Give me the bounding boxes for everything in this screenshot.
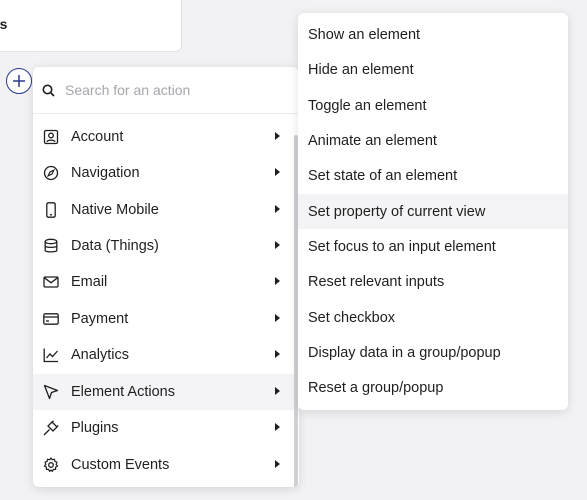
submenu-item-label: Set focus to an input element (308, 238, 496, 255)
submenu-item-animate-element[interactable]: Animate an element (298, 123, 568, 158)
add-action-button[interactable] (6, 68, 32, 94)
chevron-right-icon (275, 314, 280, 322)
credit-card-icon (43, 311, 59, 327)
submenu-item-label: Reset a group/popup (308, 379, 444, 396)
search-icon (42, 84, 55, 97)
submenu-item-set-property[interactable]: Set property of current view (298, 194, 568, 229)
submenu-item-label: Set property of current view (308, 203, 486, 220)
menu-item-label: Native Mobile (71, 202, 159, 218)
top-card[interactable]: ts (0, 0, 182, 52)
submenu-item-reset-group[interactable]: Reset a group/popup (298, 370, 568, 405)
chevron-right-icon (275, 387, 280, 395)
submenu-item-label: Reset relevant inputs (308, 273, 445, 290)
menu-item-data-things[interactable]: Data (Things) (33, 228, 295, 264)
submenu-item-reset-inputs[interactable]: Reset relevant inputs (298, 264, 568, 299)
database-icon (43, 238, 59, 254)
top-card-text: ts (0, 16, 8, 32)
menu-item-analytics[interactable]: Analytics (33, 337, 295, 373)
submenu-item-label: Display data in a group/popup (308, 344, 501, 361)
plus-icon (13, 75, 25, 87)
chart-line-icon (43, 347, 59, 363)
submenu-item-label: Show an element (308, 26, 421, 43)
plug-icon (43, 420, 59, 436)
menu-item-custom-events[interactable]: Custom Events (33, 447, 295, 483)
menu-item-payment[interactable]: Payment (33, 301, 295, 337)
menu-item-label: Element Actions (71, 384, 175, 400)
submenu-item-label: Toggle an element (308, 97, 427, 114)
submenu-item-toggle-element[interactable]: Toggle an element (298, 88, 568, 123)
submenu-item-label: Animate an element (308, 132, 437, 149)
submenu-item-display-data[interactable]: Display data in a group/popup (298, 335, 568, 370)
menu-item-navigation[interactable]: Navigation (33, 155, 295, 191)
menu-item-label: Plugins (71, 420, 119, 436)
submenu-item-set-state[interactable]: Set state of an element (298, 158, 568, 193)
chevron-right-icon (275, 168, 280, 176)
menu-item-element-actions[interactable]: Element Actions (33, 374, 295, 410)
menu-item-label: Navigation (71, 165, 140, 181)
submenu-item-set-focus[interactable]: Set focus to an input element (298, 229, 568, 264)
submenu-item-label: Set state of an element (308, 167, 458, 184)
search-input[interactable] (65, 82, 265, 98)
element-actions-submenu: Show an element Hide an element Toggle a… (298, 13, 568, 410)
chevron-right-icon (275, 132, 280, 140)
menu-item-label: Email (71, 274, 108, 290)
menu-item-label: Payment (71, 311, 129, 327)
submenu-item-show-element[interactable]: Show an element (298, 17, 568, 52)
search-row (33, 67, 299, 114)
action-menu: Account Navigation Native Mobile Data (T… (33, 67, 299, 487)
gear-icon (43, 457, 59, 473)
menu-item-account[interactable]: Account (33, 119, 295, 155)
submenu-item-label: Set checkbox (308, 309, 396, 326)
menu-item-plugins[interactable]: Plugins (33, 410, 295, 446)
menu-item-label: Custom Events (71, 457, 170, 473)
compass-icon (43, 165, 59, 181)
menu-item-label: Account (71, 129, 124, 145)
menu-item-native-mobile[interactable]: Native Mobile (33, 192, 295, 228)
chevron-right-icon (275, 350, 280, 358)
cursor-icon (43, 384, 59, 400)
chevron-right-icon (275, 277, 280, 285)
submenu-item-hide-element[interactable]: Hide an element (298, 52, 568, 87)
chevron-right-icon (275, 241, 280, 249)
chevron-right-icon (275, 423, 280, 431)
chevron-right-icon (275, 205, 280, 213)
submenu-item-label: Hide an element (308, 61, 414, 78)
email-icon (43, 274, 59, 290)
chevron-right-icon (275, 460, 280, 468)
menu-item-label: Data (Things) (71, 238, 159, 254)
menu-item-email[interactable]: Email (33, 264, 295, 300)
mobile-icon (43, 202, 59, 218)
submenu-item-set-checkbox[interactable]: Set checkbox (298, 300, 568, 335)
account-icon (43, 129, 59, 145)
menu-item-label: Analytics (71, 347, 130, 363)
